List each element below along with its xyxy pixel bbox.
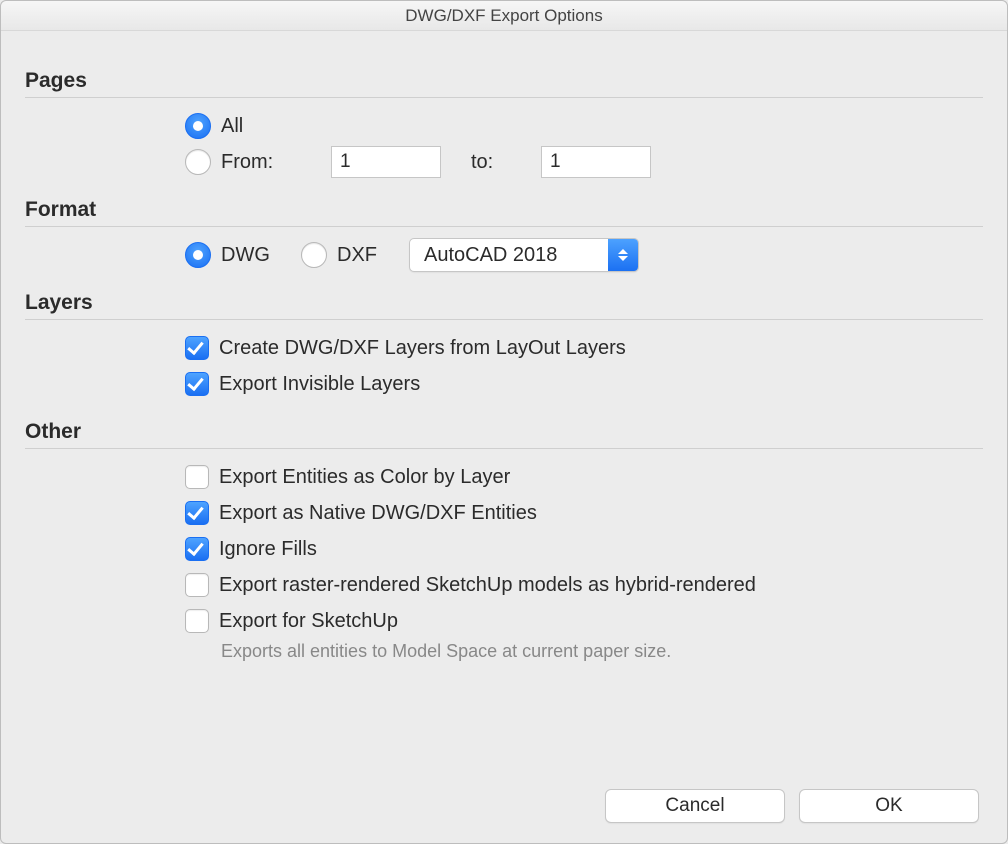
window-titlebar: DWG/DXF Export Options — [1, 1, 1007, 31]
divider — [25, 448, 983, 449]
radio-pages-all[interactable] — [185, 113, 211, 139]
pages-from-label: From: — [221, 151, 321, 174]
other-ignorefills-row: Ignore Fills — [185, 531, 983, 567]
cancel-button[interactable]: Cancel — [605, 789, 785, 823]
pages-all-row: All — [185, 108, 983, 144]
layers-create-row: Create DWG/DXF Layers from LayOut Layers — [185, 330, 983, 366]
divider — [25, 319, 983, 320]
layers-invisible-row: Export Invisible Layers — [185, 366, 983, 402]
color-by-layer-label: Export Entities as Color by Layer — [219, 466, 510, 489]
other-colorbylayer-row: Export Entities as Color by Layer — [185, 459, 983, 495]
format-version-label: AutoCAD 2018 — [410, 244, 608, 267]
radio-format-dwg[interactable] — [185, 242, 211, 268]
format-row: DWG DXF AutoCAD 2018 — [185, 237, 983, 273]
section-heading-layers: Layers — [25, 291, 983, 315]
chevron-down-icon — [618, 256, 628, 261]
divider — [25, 97, 983, 98]
pages-to-label: to: — [471, 151, 531, 174]
divider — [25, 226, 983, 227]
radio-format-dxf[interactable] — [301, 242, 327, 268]
select-arrows-icon — [608, 238, 638, 272]
chevron-up-icon — [618, 249, 628, 254]
pages-all-label: All — [221, 115, 243, 138]
export-invisible-label: Export Invisible Layers — [219, 373, 420, 396]
format-dxf-label: DXF — [337, 244, 387, 267]
button-bar: Cancel OK — [605, 789, 979, 823]
export-for-sketchup-label: Export for SketchUp — [219, 610, 398, 633]
other-exportforsketchup-row: Export for SketchUp — [185, 603, 983, 639]
section-heading-pages: Pages — [25, 69, 983, 93]
window-title: DWG/DXF Export Options — [405, 6, 602, 26]
ok-button[interactable]: OK — [799, 789, 979, 823]
ignore-fills-label: Ignore Fills — [219, 538, 317, 561]
checkbox-native-entities[interactable] — [185, 501, 209, 525]
pages-from-row: From: to: — [185, 144, 983, 180]
section-heading-other: Other — [25, 420, 983, 444]
raster-hybrid-label: Export raster-rendered SketchUp models a… — [219, 574, 756, 597]
section-heading-format: Format — [25, 198, 983, 222]
pages-to-input[interactable] — [541, 146, 651, 178]
checkbox-color-by-layer[interactable] — [185, 465, 209, 489]
checkbox-export-invisible[interactable] — [185, 372, 209, 396]
checkbox-create-layers[interactable] — [185, 336, 209, 360]
format-version-select[interactable]: AutoCAD 2018 — [409, 238, 639, 272]
format-dwg-label: DWG — [221, 244, 291, 267]
dialog-window: DWG/DXF Export Options Pages All From: t… — [0, 0, 1008, 844]
create-layers-label: Create DWG/DXF Layers from LayOut Layers — [219, 337, 626, 360]
other-rasterhybrid-row: Export raster-rendered SketchUp models a… — [185, 567, 983, 603]
checkbox-export-for-sketchup[interactable] — [185, 609, 209, 633]
native-entities-label: Export as Native DWG/DXF Entities — [219, 502, 537, 525]
checkbox-ignore-fills[interactable] — [185, 537, 209, 561]
other-native-row: Export as Native DWG/DXF Entities — [185, 495, 983, 531]
radio-pages-from[interactable] — [185, 149, 211, 175]
export-for-sketchup-note: Exports all entities to Model Space at c… — [221, 641, 983, 662]
pages-from-input[interactable] — [331, 146, 441, 178]
dialog-content: Pages All From: to: Format DWG DXF AutoC… — [1, 31, 1007, 843]
checkbox-raster-hybrid[interactable] — [185, 573, 209, 597]
